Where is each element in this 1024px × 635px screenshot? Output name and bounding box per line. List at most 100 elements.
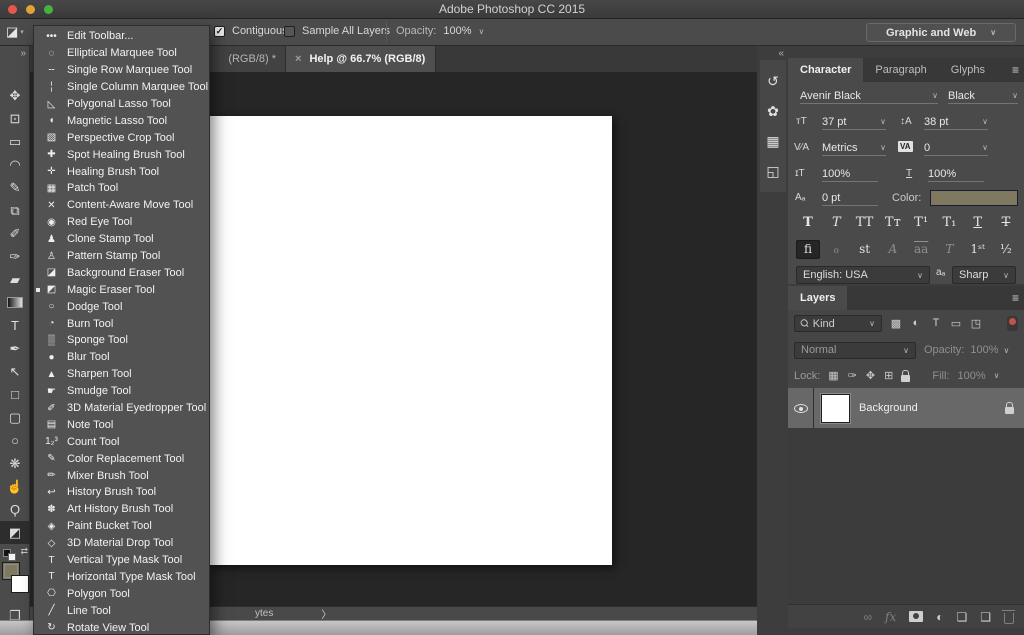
menu-item-rotate-view-tool[interactable]: ↻ Rotate View Tool [34,619,209,634]
menu-item-perspective-crop-tool[interactable]: ▧ Perspective Crop Tool [34,129,209,146]
menu-item-polygonal-lasso-tool[interactable]: ◺ Polygonal Lasso Tool [34,96,209,113]
layer-mask-icon[interactable] [909,611,924,622]
rounded-rectangle-tool-icon[interactable]: ▢ [0,406,30,429]
titling-alternates-button[interactable]: T [937,240,961,259]
menu-item-edit-toolbar[interactable]: ••• Edit Toolbar... [34,28,209,45]
lasso-tool-icon[interactable]: ◠ [0,153,30,176]
fill-value[interactable]: 100% [957,370,985,382]
menu-item-blur-tool[interactable]: ● Blur Tool [34,349,209,366]
menu-item-art-history-brush-tool[interactable]: ✽ Art History Brush Tool [34,501,209,518]
menu-item-magic-eraser-tool[interactable]: ◩ Magic Eraser Tool [34,281,209,298]
menu-item-polygon-tool[interactable]: ⎔ Polygon Tool [34,585,209,602]
sample-all-layers-checkbox[interactable] [284,25,295,37]
menu-item-3d-material-eyedropper-tool[interactable]: ✐ 3D Material Eyedropper Tool [34,400,209,417]
zoom-window-icon[interactable] [44,5,53,14]
hand-tool-icon[interactable]: ☝ [0,475,30,498]
type-tool-icon[interactable]: T [0,314,30,337]
layer-row[interactable]: Background [788,388,1024,428]
layer-visibility-eye-icon[interactable] [793,403,808,413]
all-caps-button[interactable]: TT [853,215,877,230]
direct-selection-tool-icon[interactable]: ↖ [0,360,30,383]
font-style-select[interactable]: Black ∨ [948,88,1018,104]
tab-layers[interactable]: Layers [788,286,848,310]
canvas[interactable] [207,116,612,565]
background-color-swatch[interactable] [11,575,29,593]
menu-item-healing-brush-tool[interactable]: ✛ Healing Brush Tool [34,163,209,180]
vertical-scale-field[interactable]: 100% [822,166,878,182]
menu-item-color-replacement-tool[interactable]: ✎ Color Replacement Tool [34,450,209,467]
quick-selection-tool-icon[interactable]: ✎ [0,176,30,199]
menu-item-single-column-marquee-tool[interactable]: ╎ Single Column Marquee Tool [34,79,209,96]
menu-item-mixer-brush-tool[interactable]: ✏ Mixer Brush Tool [34,467,209,484]
menu-item-horizontal-type-mask-tool[interactable]: T Horizontal Type Mask Tool [34,569,209,586]
menu-item-red-eye-tool[interactable]: ◉ Red Eye Tool [34,214,209,231]
contiguous-option[interactable]: ✓ Contiguous [214,25,288,37]
filter-type-layers-icon[interactable]: T [928,317,944,330]
magic-eraser-tool-icon[interactable]: ◩ [0,521,30,544]
workspace-switcher[interactable]: Graphic and Web ∨ [866,23,1016,42]
superscript-button[interactable]: T¹ [909,215,933,230]
move-tool-icon[interactable]: ✥ [0,84,30,107]
swatches-panel-icon[interactable]: ▦ [760,126,786,156]
lock-position-icon[interactable]: ✥ [866,369,875,382]
menu-item-magnetic-lasso-tool[interactable]: ◖ Magnetic Lasso Tool [34,112,209,129]
strikethrough-button[interactable]: T [994,215,1018,230]
layer-opacity-value[interactable]: 100% [970,344,998,356]
contiguous-checkbox[interactable]: ✓ [214,25,225,37]
zoom-tool-icon[interactable]: Ϙ [0,498,30,521]
filter-kind-select[interactable]: Ϙ Kind ∨ [794,315,882,332]
pen-tool-icon[interactable]: ✒ [0,337,30,360]
gradient-icon[interactable]: ▒ [0,291,30,314]
small-caps-button[interactable]: Tᴛ [881,215,905,230]
artboard-tool-icon[interactable]: ⊡ [0,107,30,130]
libraries-panel-icon[interactable]: ◱ [760,156,786,186]
sample-all-layers-option[interactable]: Sample All Layers [284,25,390,37]
text-color-swatch[interactable] [930,190,1018,206]
history-icon[interactable]: ↺ [760,66,786,96]
menu-item-vertical-type-mask-tool[interactable]: T Vertical Type Mask Tool [34,552,209,569]
new-group-icon[interactable]: ❏ [956,610,967,624]
panel-menu-icon[interactable]: ≡ [1012,63,1019,77]
crop-tool-icon[interactable]: ⧉ [0,199,30,222]
menu-item-smudge-tool[interactable]: ☛ Smudge Tool [34,383,209,400]
lock-paint-icon[interactable]: ✑ [848,369,857,382]
leading-field[interactable]: 38 pt ∨ [924,114,988,130]
ordinals-button[interactable]: 1ˢᵗ [966,240,990,259]
layer-thumbnail[interactable] [820,392,851,424]
ligatures-button[interactable]: fi [796,239,820,259]
language-select[interactable]: English: USA ∨ [796,266,930,284]
menu-item-note-tool[interactable]: ▤ Note Tool [34,416,209,433]
font-size-field[interactable]: 37 pt ∨ [822,114,886,130]
eyedropper-tool-icon[interactable]: ✐ [0,222,30,245]
underline-button[interactable]: T [966,215,990,230]
tab-character[interactable]: Character [788,58,864,82]
layer-name[interactable]: Background [859,402,1005,414]
opacity-value[interactable]: 100% [443,25,471,37]
filter-pixel-layers-icon[interactable]: ▩ [888,317,904,330]
discretionary-ligatures-button[interactable]: st [853,240,877,259]
new-layer-icon[interactable]: ❑ [980,610,991,624]
layer-effects-icon[interactable]: fx [885,610,896,624]
brush-tool-icon[interactable]: ✑ [0,245,30,268]
menu-item-history-brush-tool[interactable]: ↩ History Brush Tool [34,484,209,501]
swash-button[interactable]: A [881,240,905,259]
default-colors-control[interactable]: ⇄ [2,546,28,561]
menu-item-sponge-tool[interactable]: ▒ Sponge Tool [34,332,209,349]
lock-artboard-icon[interactable]: ⊞ [884,369,893,382]
menu-item-dodge-tool[interactable]: ○ Dodge Tool [34,298,209,315]
swap-colors-icon[interactable]: ⇄ [20,546,28,557]
menu-item-background-eraser-tool[interactable]: ◪ Background Eraser Tool [34,264,209,281]
close-window-icon[interactable] [8,5,17,14]
minimize-window-icon[interactable] [26,5,35,14]
menu-item-paint-bucket-tool[interactable]: ◈ Paint Bucket Tool [34,518,209,535]
kerning-field[interactable]: Metrics ∨ [822,140,886,156]
baseline-shift-field[interactable]: 0 pt [822,190,878,206]
menu-item-burn-tool[interactable]: ◔ Burn Tool [34,315,209,332]
collapse-panels-icon[interactable]: « [778,48,783,59]
subscript-button[interactable]: T₁ [937,215,961,230]
delete-layer-icon[interactable] [1002,609,1015,624]
filter-smart-objects-icon[interactable]: ◳ [968,317,984,330]
menu-item-3d-material-drop-tool[interactable]: ◇ 3D Material Drop Tool [34,535,209,552]
menu-item-pattern-stamp-tool[interactable]: ♙ Pattern Stamp Tool [34,248,209,265]
default-background-icon[interactable] [8,553,16,561]
